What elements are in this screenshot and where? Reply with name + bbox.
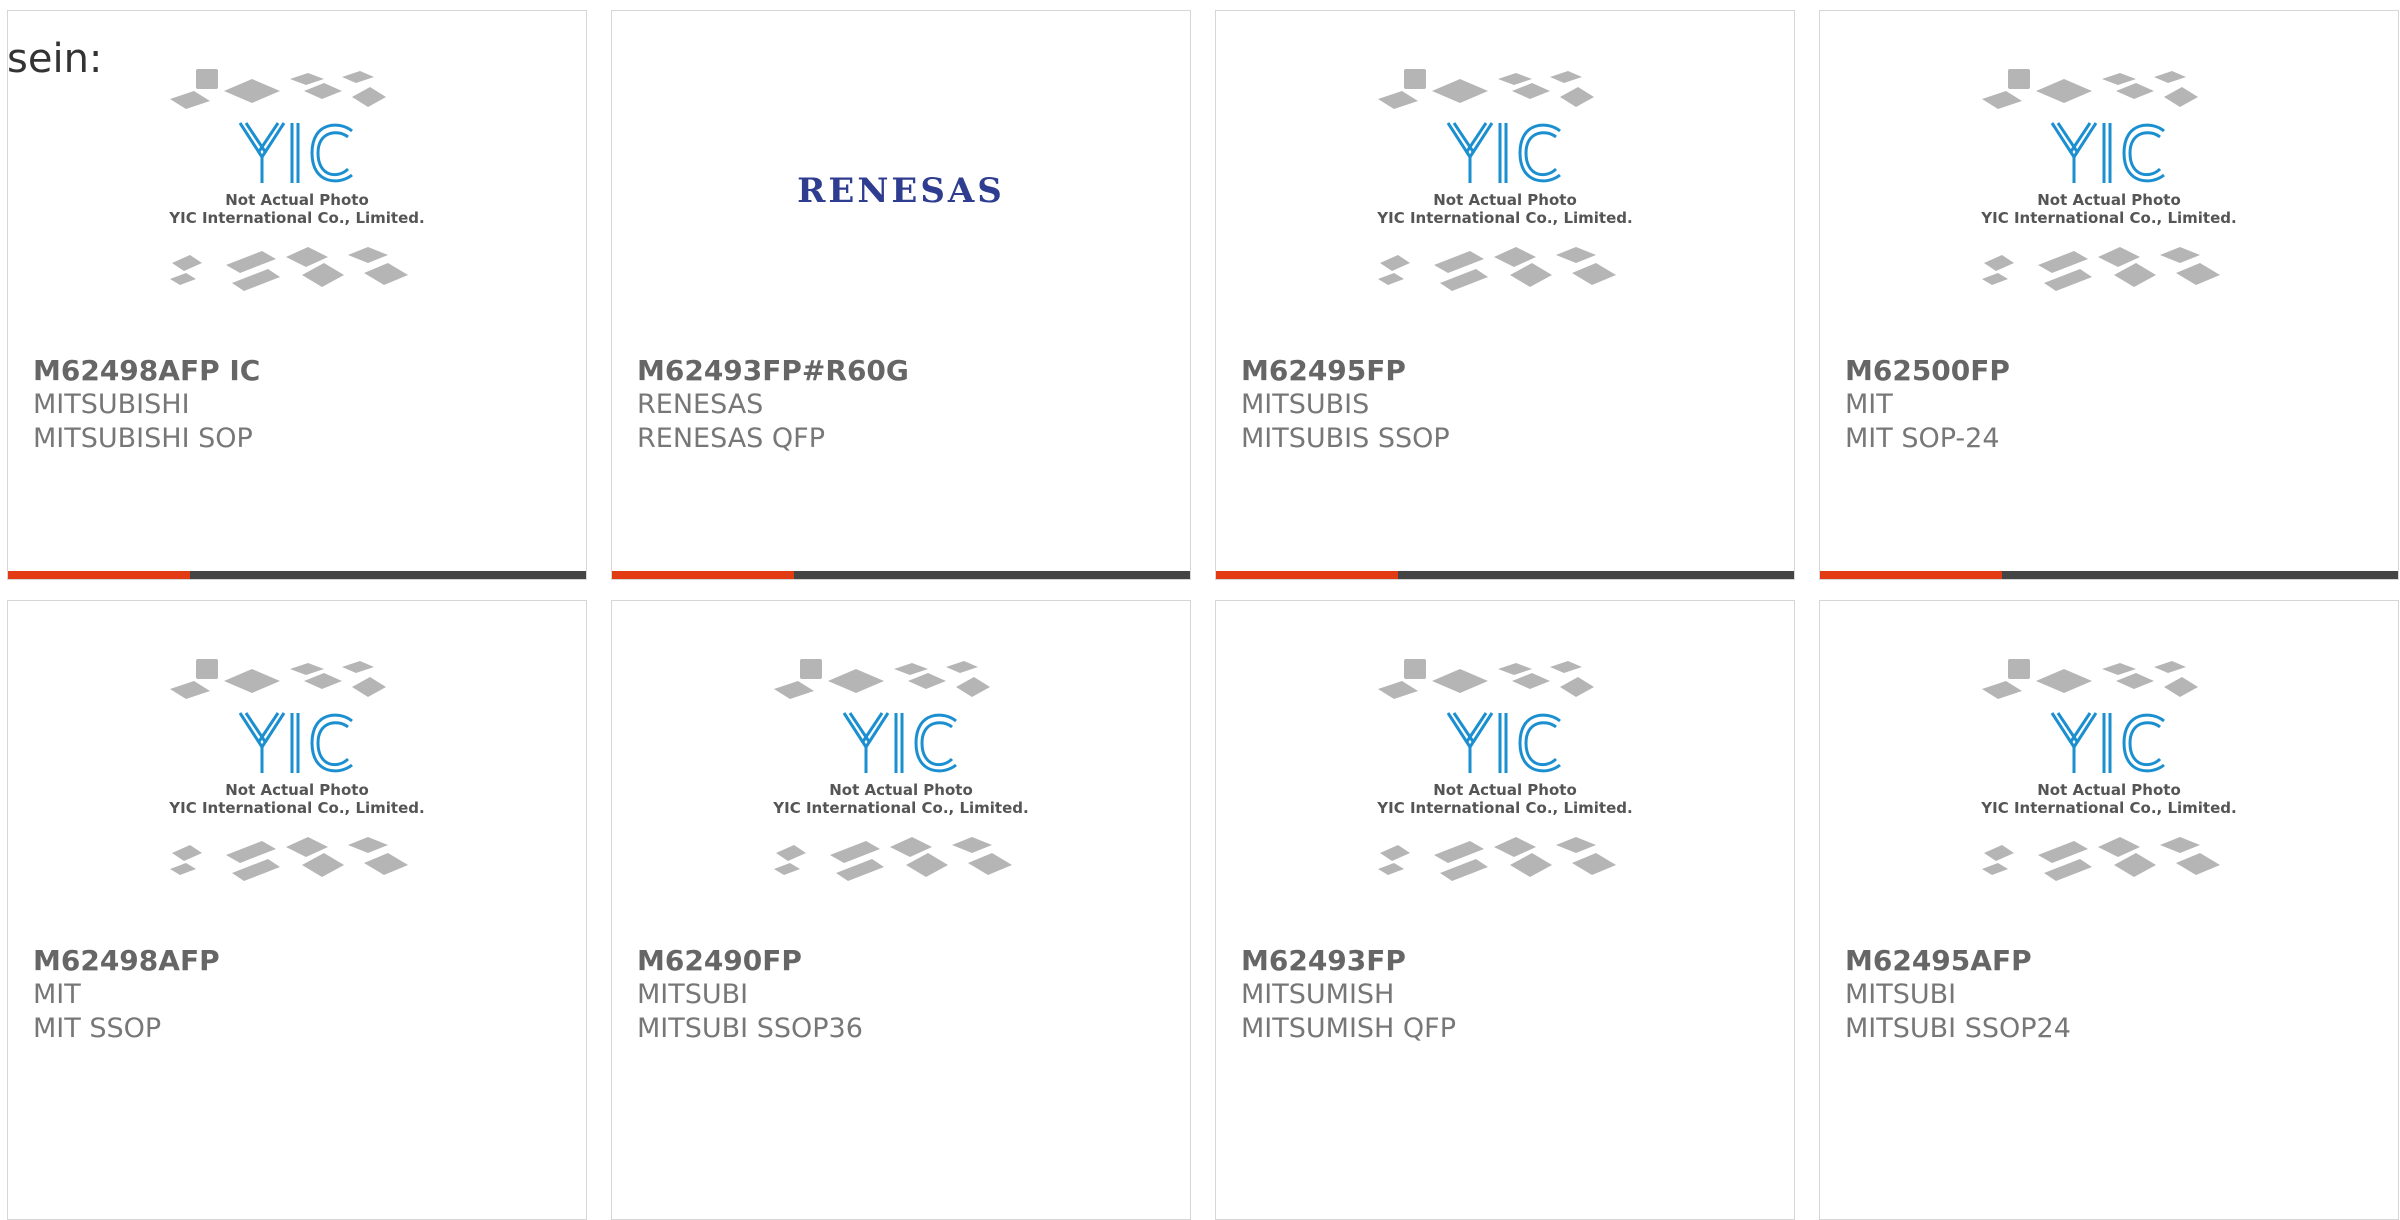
renesas-logo: RENESAS [797, 171, 1005, 211]
product-image[interactable]: Not Actual Photo YIC International Co., … [8, 651, 586, 941]
product-name[interactable]: M62495FP [1241, 354, 1784, 388]
card-accent-bar [612, 571, 794, 579]
not-actual-photo-image: Not Actual Photo YIC International Co., … [168, 69, 425, 291]
placeholder-line-1: Not Actual Photo [2037, 781, 2181, 799]
card-bottom-bar [1216, 571, 1794, 579]
product-image[interactable]: RENESAS [612, 61, 1190, 351]
product-card[interactable]: Not Actual Photo YIC International Co., … [7, 600, 587, 1220]
product-package: MITSUBI SSOP24 [1845, 1013, 2071, 1044]
product-info: M62500FP MIT MIT SOP-24 [1845, 354, 2388, 456]
not-actual-photo-image: Not Actual Photo YIC International Co., … [168, 659, 425, 881]
product-image[interactable]: Not Actual Photo YIC International Co., … [8, 61, 586, 351]
card-accent-bar [1820, 571, 2002, 579]
product-brand: MITSUMISH [1241, 979, 1395, 1010]
placeholder-line-1: Not Actual Photo [2037, 191, 2181, 209]
placeholder-line-2: YIC International Co., Limited. [1980, 209, 2236, 227]
product-name[interactable]: M62498AFP IC [33, 354, 576, 388]
product-info: M62498AFP IC MITSUBISHI MITSUBISHI SOP [33, 354, 576, 456]
product-card[interactable]: RENESAS M62493FP#R60G RENESAS RENESAS QFP [611, 10, 1191, 580]
product-name[interactable]: M62490FP [637, 944, 1180, 978]
card-accent-bar [1216, 571, 1398, 579]
placeholder-line-2: YIC International Co., Limited. [168, 209, 424, 227]
section-lead-text: sein: [7, 36, 103, 82]
product-card[interactable]: Not Actual Photo YIC International Co., … [1215, 600, 1795, 1220]
product-info: M62490FP MITSUBI MITSUBI SSOP36 [637, 944, 1180, 1046]
card-bottom-bar [8, 571, 586, 579]
placeholder-line-2: YIC International Co., Limited. [1376, 209, 1632, 227]
product-package: MITSUBIS SSOP [1241, 423, 1450, 454]
product-info: M62495FP MITSUBIS MITSUBIS SSOP [1241, 354, 1784, 456]
placeholder-line-1: Not Actual Photo [225, 191, 369, 209]
card-bottom-bar [612, 571, 1190, 579]
not-actual-photo-image: Not Actual Photo YIC International Co., … [1980, 659, 2237, 881]
product-brand: MITSUBISHI [33, 389, 190, 420]
product-package: MITSUMISH QFP [1241, 1013, 1456, 1044]
not-actual-photo-image: Not Actual Photo YIC International Co., … [1376, 69, 1633, 291]
product-package: RENESAS QFP [637, 423, 825, 454]
product-name[interactable]: M62493FP#R60G [637, 354, 1180, 388]
product-package: MITSUBI SSOP36 [637, 1013, 863, 1044]
product-card[interactable]: Not Actual Photo YIC International Co., … [7, 10, 587, 580]
product-image[interactable]: Not Actual Photo YIC International Co., … [1820, 61, 2398, 351]
product-info: M62493FP MITSUMISH MITSUMISH QFP [1241, 944, 1784, 1046]
product-package: MIT SSOP [33, 1013, 162, 1044]
product-card[interactable]: Not Actual Photo YIC International Co., … [1215, 10, 1795, 580]
product-brand: MITSUBI [1845, 979, 1957, 1010]
product-image[interactable]: Not Actual Photo YIC International Co., … [1216, 61, 1794, 351]
product-image[interactable]: Not Actual Photo YIC International Co., … [1820, 651, 2398, 941]
product-name[interactable]: M62495AFP [1845, 944, 2388, 978]
product-image[interactable]: Not Actual Photo YIC International Co., … [1216, 651, 1794, 941]
placeholder-line-1: Not Actual Photo [1433, 191, 1577, 209]
not-actual-photo-image: Not Actual Photo YIC International Co., … [1376, 659, 1633, 881]
placeholder-line-2: YIC International Co., Limited. [168, 799, 424, 817]
product-card[interactable]: Not Actual Photo YIC International Co., … [1819, 600, 2399, 1220]
product-brand: MIT [1845, 389, 1893, 420]
card-accent-bar [8, 571, 190, 579]
product-package: MITSUBISHI SOP [33, 423, 253, 454]
product-brand: MITSUBI [637, 979, 749, 1010]
card-bottom-bar [1820, 571, 2398, 579]
product-info: M62493FP#R60G RENESAS RENESAS QFP [637, 354, 1180, 456]
product-name[interactable]: M62500FP [1845, 354, 2388, 388]
product-image[interactable]: Not Actual Photo YIC International Co., … [612, 651, 1190, 941]
product-package: MIT SOP-24 [1845, 423, 2000, 454]
product-name[interactable]: M62493FP [1241, 944, 1784, 978]
placeholder-line-2: YIC International Co., Limited. [1980, 799, 2236, 817]
product-brand: RENESAS [637, 389, 764, 420]
product-card[interactable]: Not Actual Photo YIC International Co., … [1819, 10, 2399, 580]
product-info: M62495AFP MITSUBI MITSUBI SSOP24 [1845, 944, 2388, 1046]
not-actual-photo-image: Not Actual Photo YIC International Co., … [772, 659, 1029, 881]
placeholder-line-2: YIC International Co., Limited. [772, 799, 1028, 817]
placeholder-line-1: Not Actual Photo [1433, 781, 1577, 799]
not-actual-photo-image: Not Actual Photo YIC International Co., … [1980, 69, 2237, 291]
placeholder-line-2: YIC International Co., Limited. [1376, 799, 1632, 817]
placeholder-line-1: Not Actual Photo [225, 781, 369, 799]
product-name[interactable]: M62498AFP [33, 944, 576, 978]
product-brand: MIT [33, 979, 81, 1010]
product-brand: MITSUBIS [1241, 389, 1370, 420]
placeholder-line-1: Not Actual Photo [829, 781, 973, 799]
product-info: M62498AFP MIT MIT SSOP [33, 944, 576, 1046]
product-card[interactable]: Not Actual Photo YIC International Co., … [611, 600, 1191, 1220]
